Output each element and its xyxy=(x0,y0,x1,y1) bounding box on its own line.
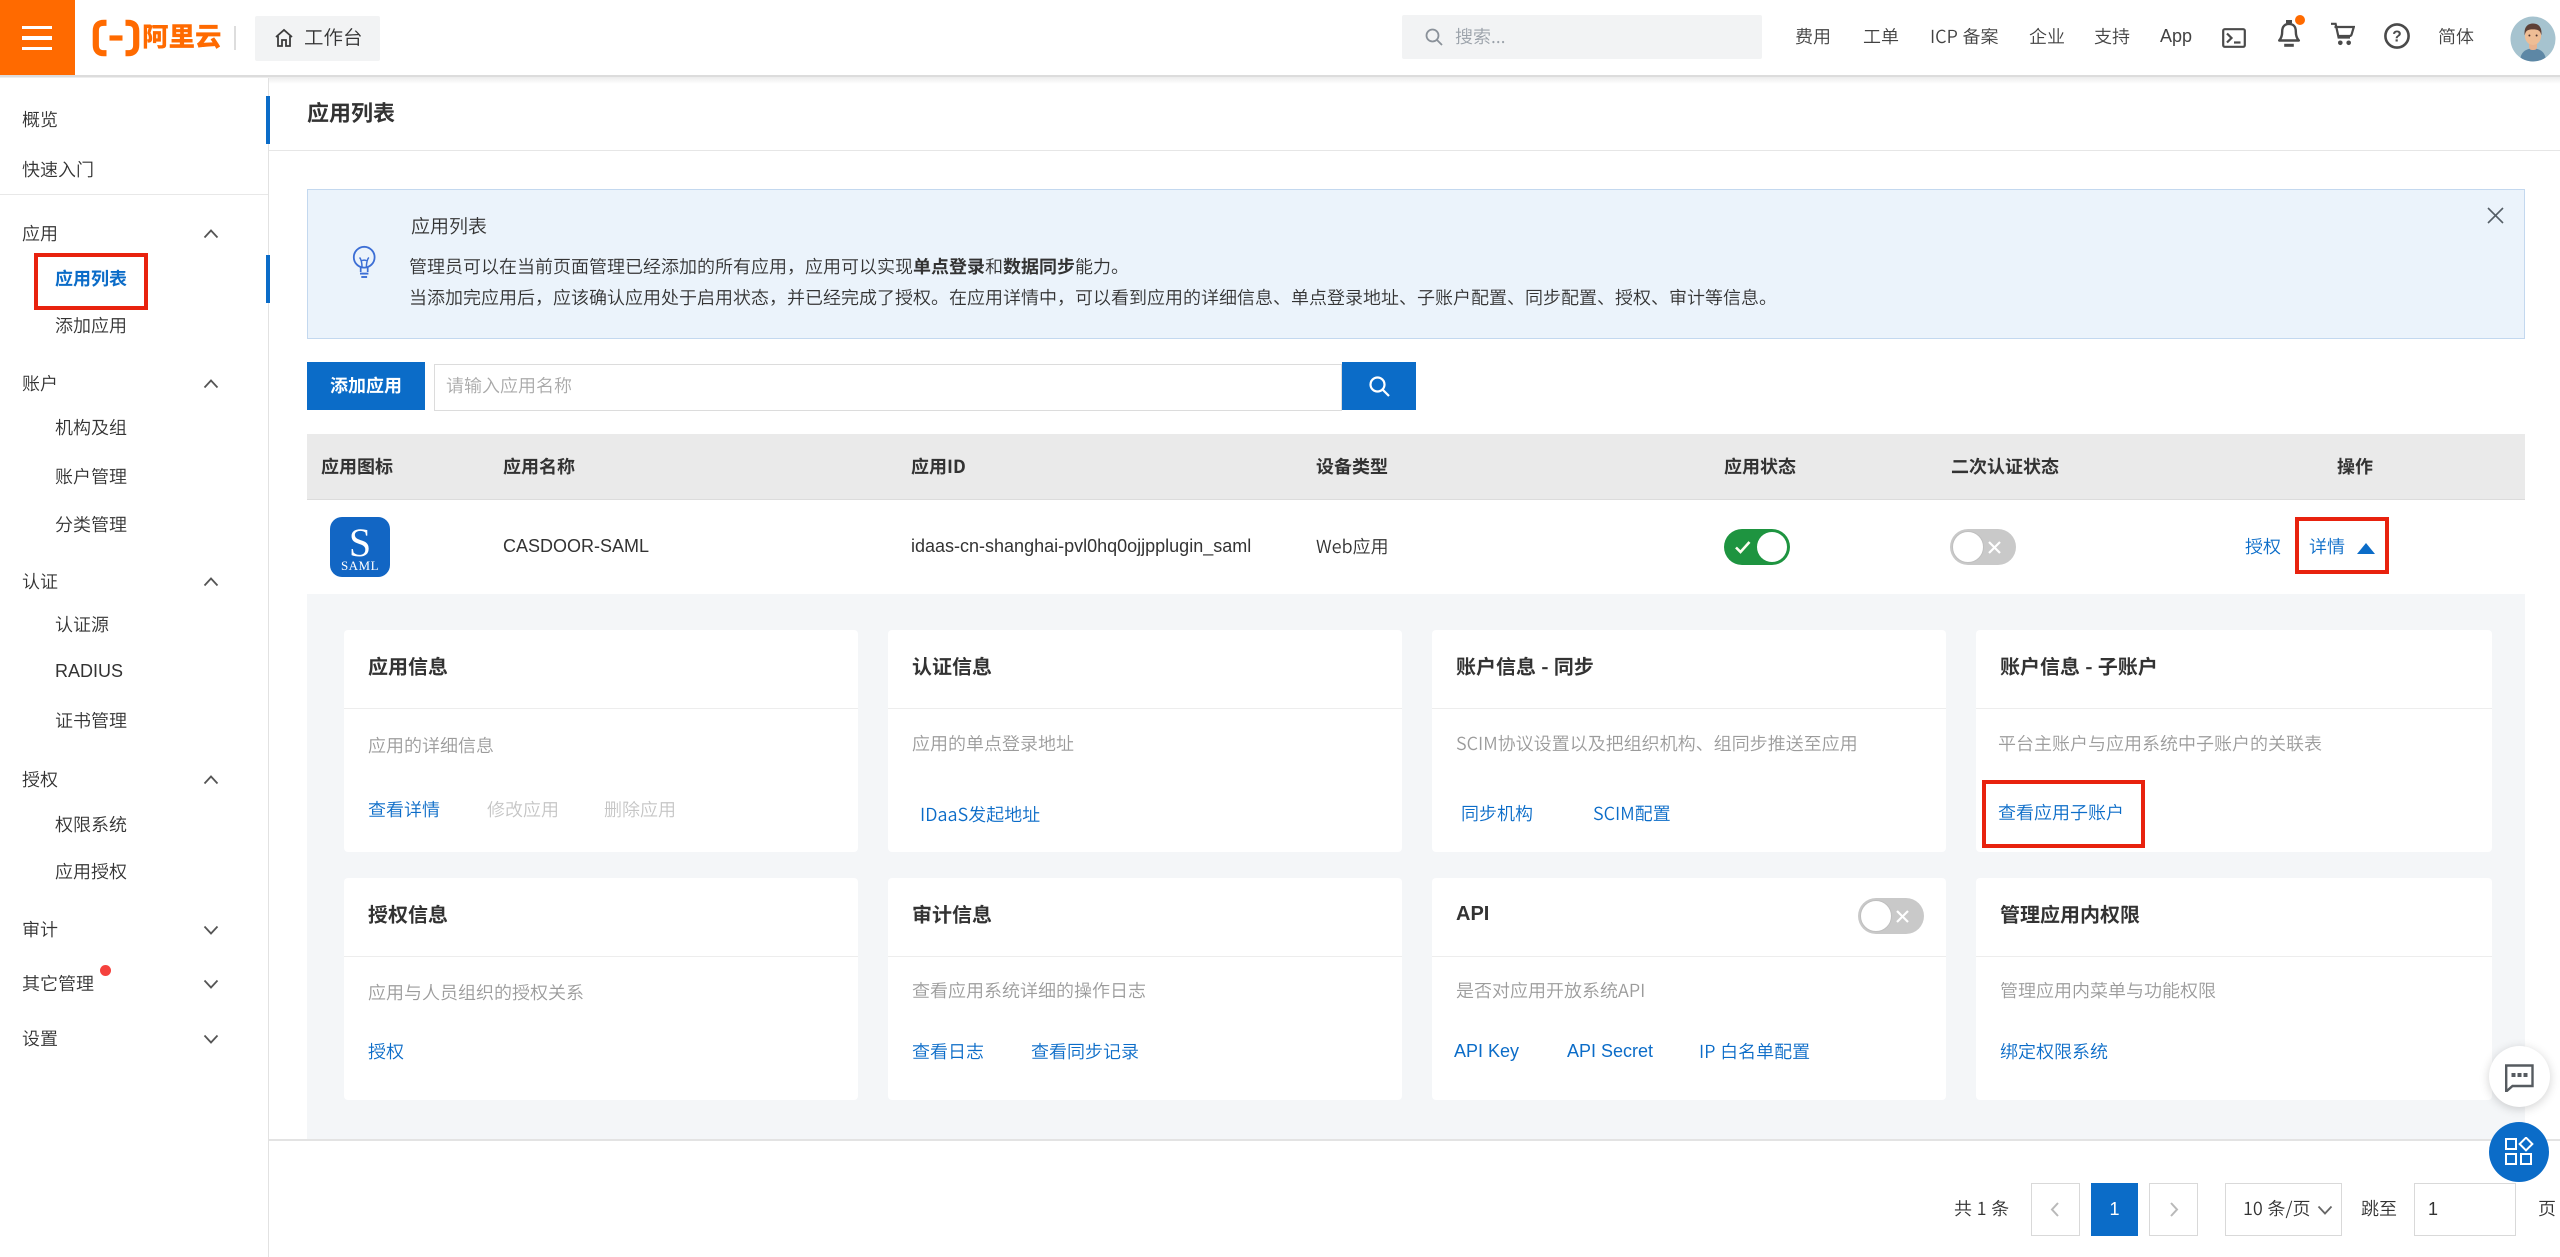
svg-text:?: ? xyxy=(2392,28,2401,45)
